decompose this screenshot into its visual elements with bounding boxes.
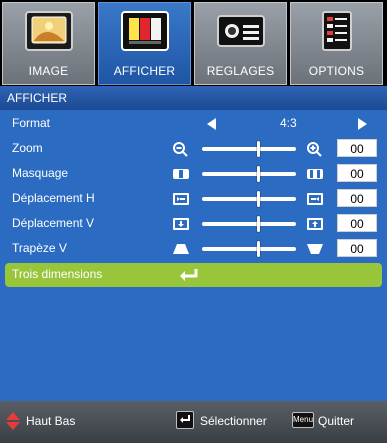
format-value: 4:3 bbox=[280, 116, 297, 130]
tab-options[interactable]: OPTIONS bbox=[290, 2, 383, 85]
projector-settings-icon bbox=[216, 15, 265, 47]
tab-label: AFFICHER bbox=[113, 64, 176, 78]
tab-label: REGLAGES bbox=[206, 64, 275, 78]
masquage-slider[interactable] bbox=[202, 166, 296, 182]
menu-row-label: Déplacement H bbox=[12, 191, 95, 205]
menu-row-label: Trois dimensions bbox=[12, 267, 103, 281]
arrow-left-icon[interactable] bbox=[207, 118, 216, 130]
menu-row-zoom[interactable]: Zoom 00 bbox=[0, 137, 387, 161]
slider-thumb[interactable] bbox=[257, 166, 260, 182]
menu-row-label: Masquage bbox=[12, 166, 69, 180]
zoom-slider[interactable] bbox=[202, 141, 296, 157]
menu-row-format[interactable]: Format 4:3 bbox=[0, 112, 387, 136]
slider-thumb[interactable] bbox=[257, 216, 260, 232]
slider-thumb[interactable] bbox=[257, 141, 260, 157]
value-box: 00 bbox=[337, 239, 377, 257]
mask-increase-icon bbox=[307, 169, 323, 179]
keystone-narrow-top-icon bbox=[173, 244, 189, 254]
tab-bar: IMAGE AFFICHER REGLAGES OPTIONS bbox=[0, 0, 387, 85]
tab-reglages[interactable]: REGLAGES bbox=[194, 2, 287, 85]
menu-row-masquage[interactable]: Masquage 00 bbox=[0, 162, 387, 186]
footer-nav-hint: Haut Bas bbox=[26, 414, 76, 428]
menu-row-trapeze-v[interactable]: Trapèze V 00 bbox=[0, 237, 387, 261]
footer-quit-hint: Quitter bbox=[318, 414, 355, 428]
value-box: 00 bbox=[337, 139, 377, 157]
slider-thumb[interactable] bbox=[257, 191, 260, 207]
value-box: 00 bbox=[337, 189, 377, 207]
tab-label: OPTIONS bbox=[308, 64, 365, 78]
image-icon bbox=[24, 11, 73, 51]
shift-left-icon bbox=[173, 193, 189, 205]
tab-afficher[interactable]: AFFICHER bbox=[98, 2, 191, 85]
deplacement-h-slider[interactable] bbox=[202, 191, 296, 207]
keystone-narrow-bottom-icon bbox=[307, 244, 323, 254]
menu-title-bar: AFFICHER bbox=[0, 86, 387, 110]
page-title: AFFICHER bbox=[7, 91, 67, 105]
shift-up-icon bbox=[307, 218, 323, 230]
menu-key-icon: Menu bbox=[292, 412, 314, 428]
trapeze-v-slider[interactable] bbox=[202, 241, 296, 257]
enter-icon bbox=[180, 269, 198, 281]
menu-row-label: Zoom bbox=[12, 141, 43, 155]
display-icon bbox=[120, 11, 169, 51]
osd-menu: IMAGE AFFICHER REGLAGES OPTIONS AFFICHER… bbox=[0, 0, 387, 443]
deplacement-v-slider[interactable] bbox=[202, 216, 296, 232]
shift-down-icon bbox=[173, 218, 189, 230]
tab-label: IMAGE bbox=[28, 64, 69, 78]
mask-decrease-icon bbox=[173, 169, 189, 179]
zoom-in-icon bbox=[307, 142, 322, 157]
up-down-icon bbox=[6, 412, 20, 430]
menu-body: Format 4:3 Zoom 00 Masquage 00 Déplaceme… bbox=[0, 110, 387, 401]
enter-key-icon bbox=[176, 411, 194, 429]
shift-right-icon bbox=[307, 193, 323, 205]
options-list-icon bbox=[321, 11, 352, 51]
footer-select-hint: Sélectionner bbox=[200, 414, 267, 428]
arrow-right-icon[interactable] bbox=[358, 118, 367, 130]
value-box: 00 bbox=[337, 164, 377, 182]
menu-row-label: Format bbox=[12, 116, 51, 130]
slider-thumb[interactable] bbox=[257, 241, 260, 257]
footer-bar: Haut Bas Sélectionner Menu Quitter bbox=[0, 401, 387, 443]
zoom-out-icon bbox=[173, 142, 188, 157]
menu-row-deplacement-v[interactable]: Déplacement V 00 bbox=[0, 212, 387, 236]
menu-row-label: Trapèze V bbox=[12, 241, 67, 255]
menu-row-label: Déplacement V bbox=[12, 216, 95, 230]
menu-row-trois-dimensions[interactable]: Trois dimensions bbox=[5, 263, 382, 287]
tab-image[interactable]: IMAGE bbox=[2, 2, 95, 85]
menu-row-deplacement-h[interactable]: Déplacement H 00 bbox=[0, 187, 387, 211]
value-box: 00 bbox=[337, 214, 377, 232]
